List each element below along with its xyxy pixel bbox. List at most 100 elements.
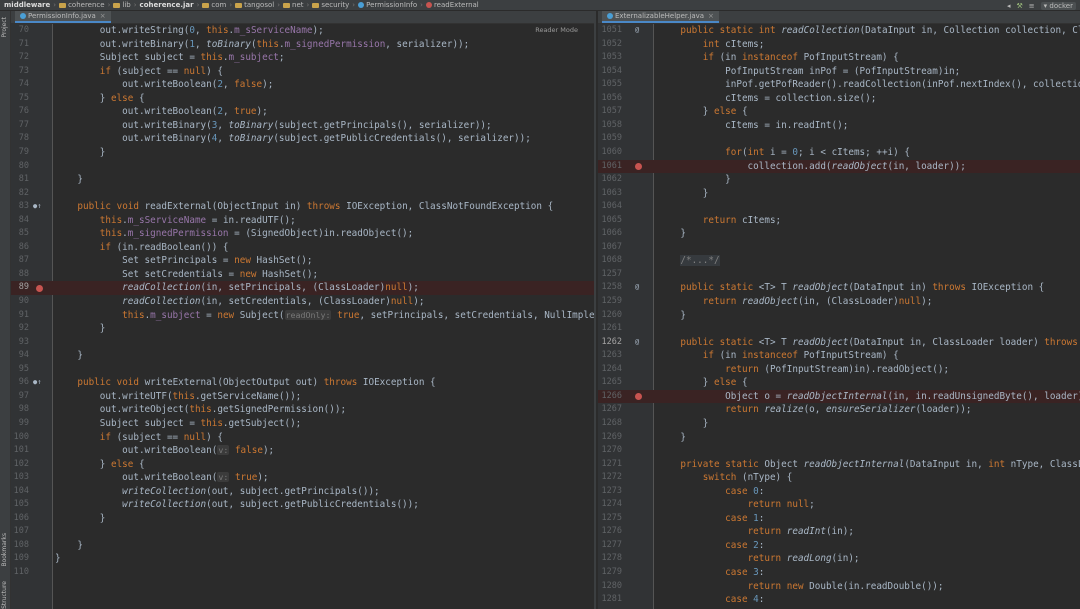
left-editor[interactable]: PermissionInfo.java × Reader Mode 70 out… [11,11,596,609]
code-line[interactable]: 106 } [11,512,594,526]
line-number[interactable]: 87 [11,254,29,268]
code-line[interactable]: 1059 [598,132,1080,146]
code-line[interactable]: 1062 } [598,173,1080,187]
line-number[interactable]: 1275 [598,512,622,526]
line-number[interactable]: 1060 [598,146,622,160]
breadcrumb-item[interactable]: › tangosol [226,1,274,9]
code-line[interactable]: 77 out.writeBinary(3, toBinary(subject.g… [11,119,594,133]
structure-tab[interactable]: Structure [1,581,8,609]
line-number[interactable]: 1068 [598,254,622,268]
breadcrumb-item[interactable]: › coherence [50,1,104,9]
override-icon[interactable]: ●↑ [33,376,41,390]
code-line[interactable]: 1066 } [598,227,1080,241]
breakpoint-icon[interactable] [635,162,642,170]
code-line[interactable]: 107 [11,525,594,539]
code-line[interactable]: 75 } else { [11,92,594,106]
line-number[interactable]: 109 [11,552,29,566]
code-line[interactable]: 1280 return new Double(in.readDouble()); [598,580,1080,594]
override-icon[interactable]: @ [635,24,639,38]
line-number[interactable]: 76 [11,105,29,119]
code-line[interactable]: 71 out.writeBinary(1, toBinary(this.m_si… [11,38,594,52]
code-line[interactable]: 87 Set setPrincipals = new HashSet(); [11,254,594,268]
line-number[interactable]: 103 [11,471,29,485]
line-number[interactable]: 72 [11,51,29,65]
line-number[interactable]: 1264 [598,363,622,377]
line-number[interactable]: 79 [11,146,29,160]
line-number[interactable]: 1279 [598,566,622,580]
code-line[interactable]: 102 } else { [11,458,594,472]
breadcrumb-item[interactable]: › PermissionInfo [349,1,417,9]
line-number[interactable]: 74 [11,78,29,92]
code-line[interactable]: 79 } [11,146,594,160]
breadcrumb-item[interactable]: › readExternal [417,1,479,9]
line-number[interactable]: 99 [11,417,29,431]
line-number[interactable]: 78 [11,132,29,146]
breadcrumb-item[interactable]: › com [194,1,227,9]
code-area[interactable]: 1051 @ public static int readCollection(D… [598,24,1080,609]
tab-permissioninfo[interactable]: PermissionInfo.java × [15,11,111,23]
code-line[interactable]: 1277 case 2: [598,539,1080,553]
line-number[interactable]: 1262 [598,336,622,350]
code-line[interactable]: 93 [11,336,594,350]
code-line[interactable]: 1260 } [598,309,1080,323]
code-line[interactable]: 103 out.writeBoolean(v: true); [11,471,594,485]
code-line[interactable]: 1274 return null; [598,498,1080,512]
code-line[interactable]: 1267 return realize(o, ensureSerializer(… [598,403,1080,417]
code-line[interactable]: 1278 return readLong(in); [598,552,1080,566]
line-number[interactable]: 1268 [598,417,622,431]
code-line[interactable]: 1268 } [598,417,1080,431]
line-number[interactable]: 1065 [598,214,622,228]
line-number[interactable]: 1259 [598,295,622,309]
line-number[interactable]: 1265 [598,376,622,390]
line-number[interactable]: 95 [11,363,29,377]
code-line[interactable]: 110 [11,566,594,580]
code-line[interactable]: 1262 @ public static <T> T readObject(Dat… [598,336,1080,350]
line-number[interactable]: 1052 [598,38,622,52]
line-number[interactable]: 93 [11,336,29,350]
line-number[interactable]: 107 [11,525,29,539]
code-line[interactable]: 1056 cItems = collection.size(); [598,92,1080,106]
code-line[interactable]: 1281 case 4: [598,593,1080,607]
code-line[interactable]: 1068 /*...*/ [598,254,1080,268]
line-number[interactable]: 1056 [598,92,622,106]
line-number[interactable]: 1267 [598,403,622,417]
line-number[interactable]: 101 [11,444,29,458]
breadcrumb-item[interactable]: › net [274,1,303,9]
line-number[interactable]: 1273 [598,485,622,499]
line-number[interactable]: 85 [11,227,29,241]
line-number[interactable]: 105 [11,498,29,512]
right-editor[interactable]: ExternalizableHelper.java × 1051 @ public… [598,11,1080,609]
code-line[interactable]: 1259 return readObject(in, (ClassLoader)… [598,295,1080,309]
line-number[interactable]: 1061 [598,160,622,174]
code-line[interactable]: 1261 [598,322,1080,336]
line-number[interactable]: 1266 [598,390,622,404]
line-number[interactable]: 75 [11,92,29,106]
line-number[interactable]: 1066 [598,227,622,241]
code-line[interactable]: 92 } [11,322,594,336]
line-number[interactable]: 1058 [598,119,622,133]
code-line[interactable]: 89 readCollection(in, setPrincipals, (Cl… [11,281,594,295]
line-number[interactable]: 1274 [598,498,622,512]
code-line[interactable]: 91 this.m_subject = new Subject(readOnly… [11,309,594,323]
code-line[interactable]: 101 out.writeBoolean(v: false); [11,444,594,458]
line-number[interactable]: 1063 [598,187,622,201]
line-number[interactable]: 1272 [598,471,622,485]
line-number[interactable]: 1261 [598,322,622,336]
code-line[interactable]: 109} [11,552,594,566]
code-line[interactable]: 1269 } [598,431,1080,445]
breadcrumb-item[interactable]: › security [304,1,350,9]
line-number[interactable]: 1062 [598,173,622,187]
code-line[interactable]: 100 if (subject == null) { [11,431,594,445]
run-config-select[interactable]: ▾ docker [1040,1,1076,10]
build-icon[interactable]: ⚒ [1017,2,1023,10]
line-number[interactable]: 77 [11,119,29,133]
line-number[interactable]: 1271 [598,458,622,472]
code-line[interactable]: 84 this.m_sServiceName = in.readUTF(); [11,214,594,228]
code-line[interactable]: 70 out.writeString(0, this.m_sServiceNam… [11,24,594,38]
line-number[interactable]: 82 [11,187,29,201]
code-line[interactable]: 1257 [598,268,1080,282]
line-number[interactable]: 100 [11,431,29,445]
code-line[interactable]: 76 out.writeBoolean(2, true); [11,105,594,119]
line-number[interactable]: 1257 [598,268,622,282]
line-number[interactable]: 81 [11,173,29,187]
